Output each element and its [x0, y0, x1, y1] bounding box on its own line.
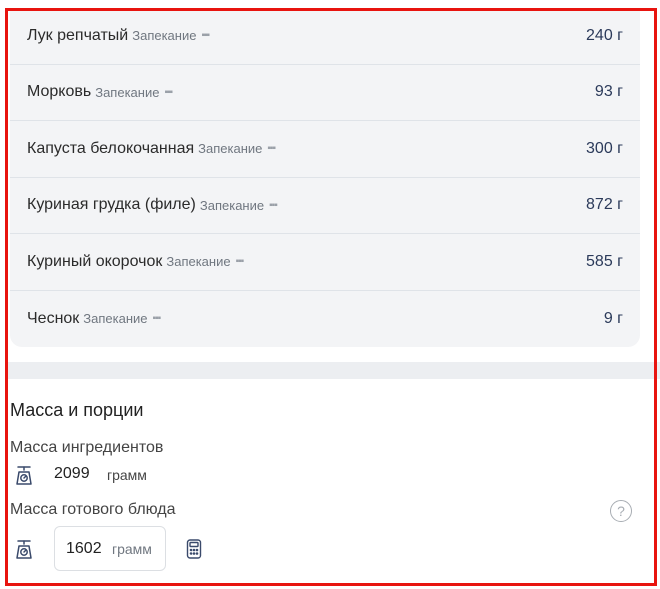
more-dots-icon[interactable]: ▪▪▪	[153, 313, 162, 324]
ingredient-row[interactable]: Куриная грудка (филе) Запекание ▪▪▪ 872 …	[10, 178, 640, 234]
ingredient-amount: 585 г	[586, 252, 623, 270]
help-symbol: ?	[617, 503, 625, 519]
dish-mass-unit: грамм	[112, 540, 152, 557]
ingredient-name: Чеснок	[27, 309, 80, 327]
ingredients-mass-label: Масса ингредиентов	[10, 439, 164, 456]
ingredient-row[interactable]: Куриный окорочок Запекание ▪▪▪ 585 г	[10, 234, 640, 291]
help-icon[interactable]: ?	[610, 500, 632, 522]
scale-icon	[13, 538, 35, 560]
ingredient-row[interactable]: Капуста белокочанная Запекание ▪▪▪ 300 г	[10, 121, 640, 178]
scale-icon	[13, 464, 35, 486]
dish-mass-input[interactable]	[66, 539, 108, 558]
cooking-method: Запекание	[83, 311, 148, 327]
cooking-method: Запекание	[199, 197, 265, 213]
more-dots-icon[interactable]: ▪▪▪	[267, 143, 276, 154]
dish-mass-field[interactable]: грамм	[54, 526, 166, 571]
cooking-method: Запекание	[132, 28, 197, 44]
ingredient-amount: 93 г	[594, 83, 623, 101]
cooking-method: Запекание	[166, 254, 231, 270]
calculator-icon[interactable]	[186, 539, 202, 559]
more-dots-icon[interactable]: ▪▪▪	[164, 87, 173, 98]
more-dots-icon[interactable]: ▪▪▪	[269, 200, 278, 211]
cooking-method: Запекание	[198, 141, 263, 157]
ingredient-row[interactable]: Морковь Запекание ▪▪▪ 93 г	[10, 65, 640, 121]
ingredient-name: Куриная грудка (филе)	[27, 196, 196, 214]
dish-mass-label: Масса готового блюда	[10, 501, 176, 518]
more-dots-icon[interactable]: ▪▪▪	[201, 30, 210, 41]
ingredients-mass-unit: грамм	[107, 467, 147, 483]
ingredients-mass-value: 2099	[54, 465, 90, 482]
ingredient-row[interactable]: Лук репчатый Запекание ▪▪▪ 240 г	[10, 8, 640, 65]
more-dots-icon[interactable]: ▪▪▪	[236, 256, 245, 267]
ingredient-amount: 300 г	[586, 139, 623, 157]
ingredient-row[interactable]: Чеснок Запекание ▪▪▪ 9 г	[10, 291, 640, 348]
ingredient-amount: 240 г	[586, 26, 623, 44]
mass-portions-section: Масса и порции Масса ингредиентов 2099 г…	[10, 380, 650, 580]
section-divider	[8, 362, 660, 379]
ingredient-name: Лук репчатый	[27, 26, 129, 44]
ingredient-name: Куриный окорочок	[27, 252, 163, 270]
section-title: Масса и порции	[10, 400, 144, 420]
ingredient-amount: 872 г	[586, 196, 623, 214]
ingredient-name: Капуста белокочанная	[27, 139, 195, 157]
ingredient-amount: 9 г	[603, 309, 623, 327]
cooking-method: Запекание	[95, 84, 160, 100]
ingredient-list: Лук репчатый Запекание ▪▪▪ 240 г Морковь…	[10, 8, 640, 347]
ingredient-name: Морковь	[27, 83, 92, 101]
